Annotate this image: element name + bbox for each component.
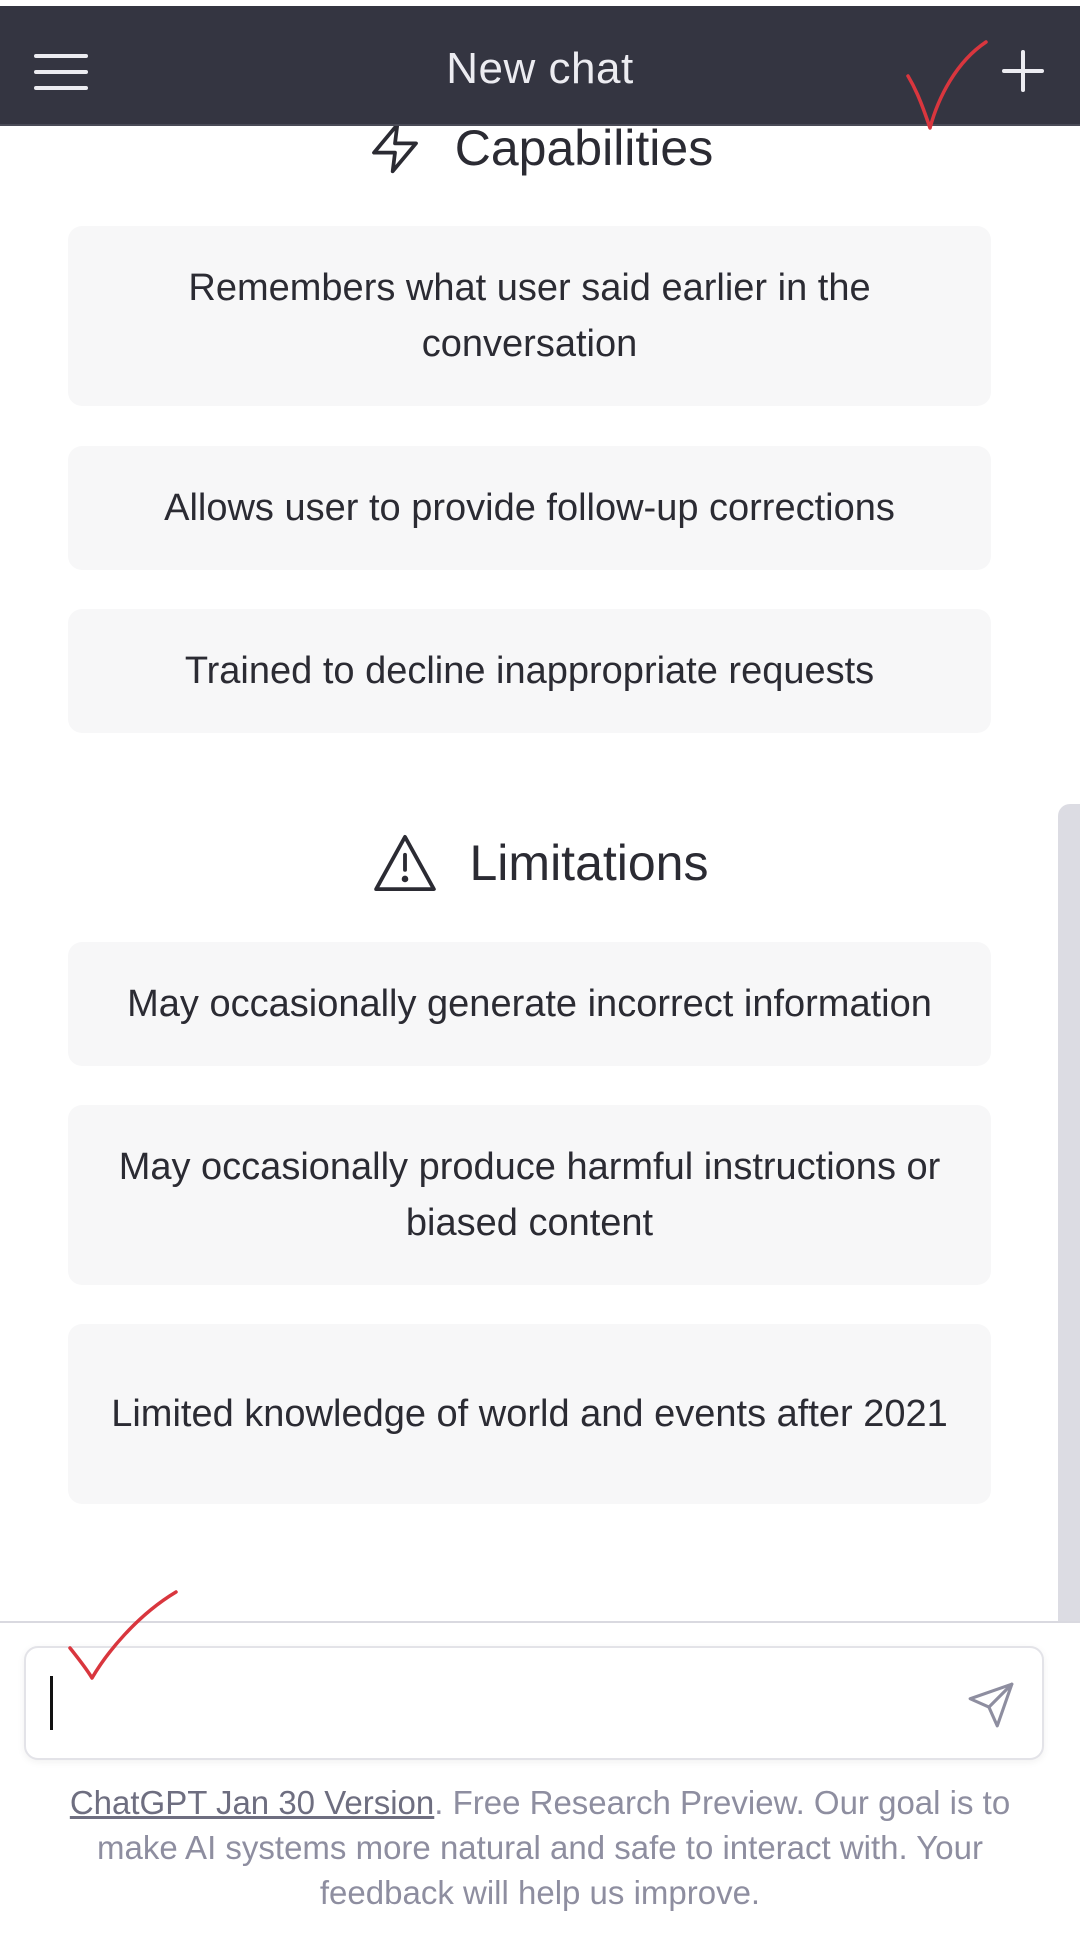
capability-card-decline[interactable]: Trained to decline inappropriate request…	[68, 609, 991, 733]
chat-screen: New chat Capabilities Remembers what use…	[0, 0, 1080, 1944]
limitation-card-text: Limited knowledge of world and events af…	[111, 1393, 948, 1435]
welcome-content[interactable]: Capabilities Remembers what user said ea…	[0, 0, 1080, 1622]
capabilities-heading-text: Capabilities	[454, 120, 714, 176]
limitations-heading: Limitations	[0, 830, 1080, 896]
composer-divider	[0, 1621, 1080, 1623]
message-input[interactable]	[48, 1668, 932, 1744]
limitation-card-knowledge[interactable]: Limited knowledge of world and events af…	[68, 1324, 991, 1504]
limitation-card-text: May occasionally generate incorrect info…	[127, 983, 932, 1025]
new-chat-button[interactable]	[988, 36, 1058, 106]
top-bar: New chat	[0, 6, 1080, 126]
page-title: New chat	[446, 44, 634, 93]
warning-triangle-icon	[373, 834, 436, 892]
limitation-card-text: May occasionally produce harmful instruc…	[118, 1146, 941, 1244]
send-button[interactable]	[966, 1680, 1016, 1730]
limitations-heading-text: Limitations	[469, 835, 709, 891]
capability-card-text: Allows user to provide follow-up correct…	[164, 487, 895, 529]
capability-card-corrections[interactable]: Allows user to provide follow-up correct…	[68, 446, 991, 570]
message-input-box[interactable]	[24, 1646, 1044, 1760]
limitation-card-harmful[interactable]: May occasionally produce harmful instruc…	[68, 1105, 991, 1285]
footer-disclaimer: ChatGPT Jan 30 Version. Free Research Pr…	[50, 1780, 1030, 1915]
capability-card-text: Remembers what user said earlier in the …	[188, 267, 871, 365]
capability-card-text: Trained to decline inappropriate request…	[184, 650, 875, 692]
scrollbar-thumb[interactable]	[1058, 804, 1080, 1622]
capabilities-heading: Capabilities	[0, 118, 1080, 178]
capability-card-memory[interactable]: Remembers what user said earlier in the …	[68, 226, 991, 406]
send-paper-plane-icon	[968, 1682, 1014, 1728]
version-link[interactable]: ChatGPT Jan 30 Version	[70, 1784, 434, 1821]
plus-icon	[1002, 50, 1044, 92]
text-caret	[50, 1676, 53, 1730]
limitation-card-incorrect[interactable]: May occasionally generate incorrect info…	[68, 942, 991, 1066]
lightning-bolt-icon	[371, 122, 418, 174]
